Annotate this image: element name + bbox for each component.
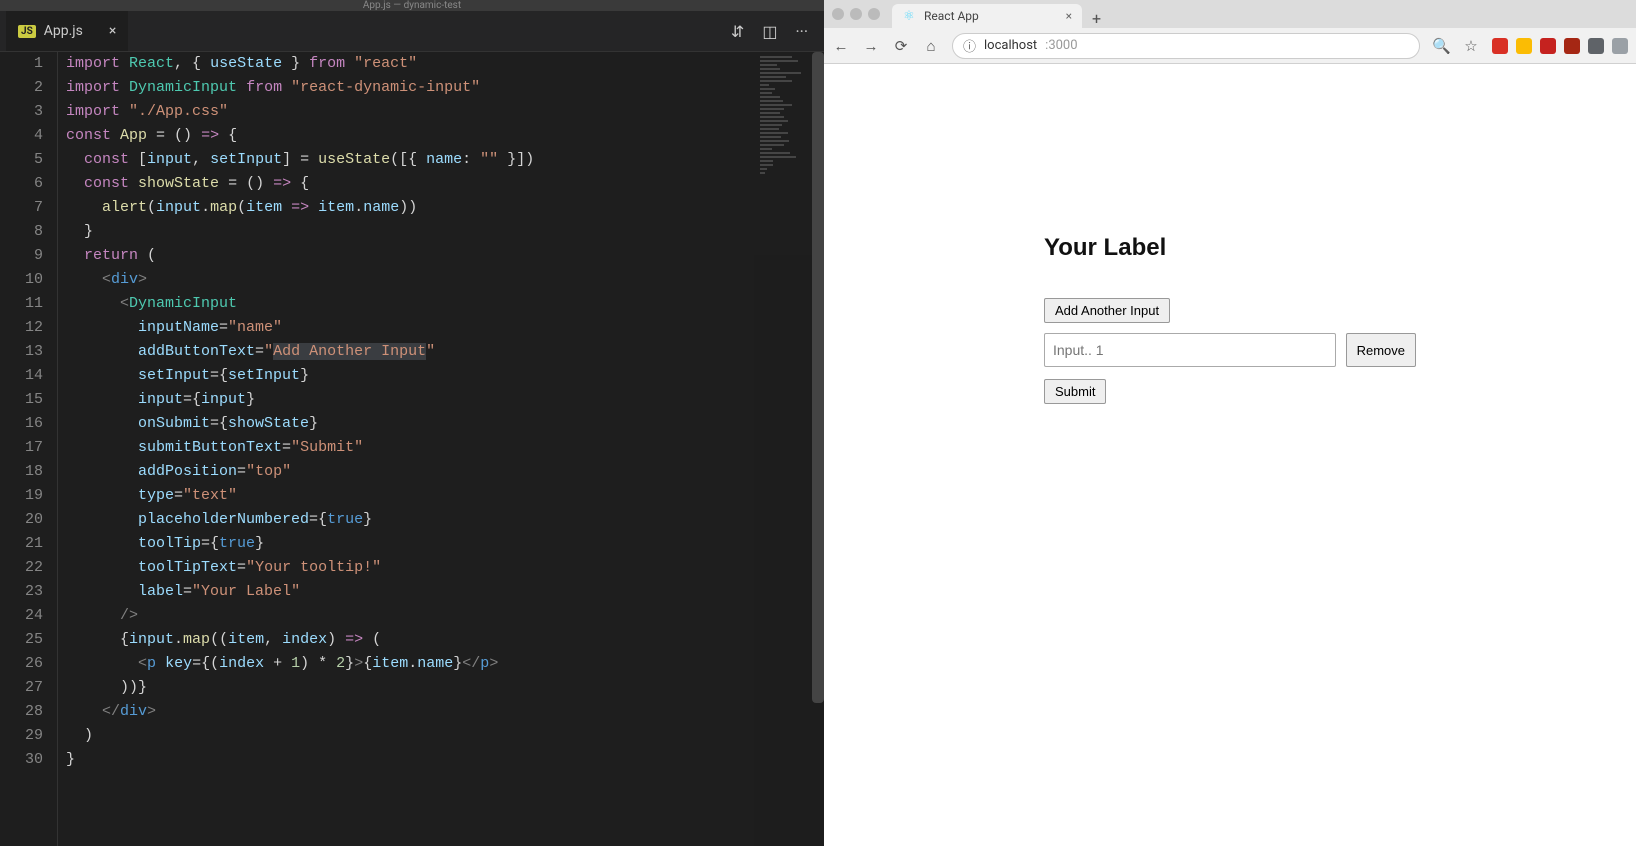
compare-icon[interactable]: ⇵ [731,22,744,41]
editor-tabbar: JS App.js × ⇵ ◫ ··· [0,11,824,51]
traffic-close-icon[interactable] [832,8,844,20]
editor-tab-appjs[interactable]: JS App.js × [6,11,128,51]
js-file-icon: JS [18,25,36,38]
home-icon[interactable]: ⌂ [922,37,940,55]
dynamic-input-component: Your Label Add Another Input Remove Subm… [1044,234,1416,846]
add-another-input-button[interactable]: Add Another Input [1044,298,1170,323]
window-title: App.js — dynamic-test [363,0,461,11]
browser-tab-react-app[interactable]: ⚛ React App × [892,4,1082,28]
page-content: Your Label Add Another Input Remove Subm… [824,64,1636,846]
address-bar[interactable]: ⓘ localhost :3000 [952,33,1420,59]
react-favicon-icon: ⚛ [902,9,916,23]
extension-icon[interactable] [1564,38,1580,54]
editor-scrollbar[interactable] [812,52,824,846]
code-content[interactable]: import React, { useState } from "react"i… [58,52,824,846]
scrollbar-thumb[interactable] [812,52,824,703]
vscode-editor-pane: App.js — dynamic-test JS App.js × ⇵ ◫ ··… [0,0,824,846]
url-host: localhost [984,38,1037,53]
reload-icon[interactable]: ⟳ [892,37,910,55]
browser-pane: ⚛ React App × + ← → ⟳ ⌂ ⓘ localhost :3000… [824,0,1636,846]
traffic-zoom-icon[interactable] [868,8,880,20]
vscode-titlebar: App.js — dynamic-test [0,0,824,11]
url-path: :3000 [1045,38,1077,53]
traffic-minimize-icon[interactable] [850,8,862,20]
tab-filename: App.js [44,23,83,39]
remove-input-button[interactable]: Remove [1346,333,1416,367]
chrome-tabstrip: ⚛ React App × + [892,0,1628,28]
submit-button[interactable]: Submit [1044,379,1106,404]
site-info-icon[interactable]: ⓘ [963,36,976,55]
dynamic-text-input[interactable] [1044,333,1336,367]
extension-icon[interactable] [1588,38,1604,54]
extension-icon[interactable] [1492,38,1508,54]
extension-icon[interactable] [1540,38,1556,54]
form-label-heading: Your Label [1044,234,1416,262]
close-browser-tab-icon[interactable]: × [1066,9,1072,23]
extension-icons [1492,38,1628,54]
line-number-gutter: 1234567891011121314151617181920212223242… [0,52,58,846]
extension-icon[interactable] [1612,38,1628,54]
more-actions-icon[interactable]: ··· [795,22,808,41]
forward-icon[interactable]: → [862,37,880,55]
browser-titlebar: ⚛ React App × + [824,0,1636,28]
editor-tab-actions: ⇵ ◫ ··· [731,22,818,41]
bookmark-star-icon[interactable]: ☆ [1462,37,1480,55]
extension-icon[interactable] [1516,38,1532,54]
browser-toolbar: ← → ⟳ ⌂ ⓘ localhost :3000 🔍 ☆ [824,28,1636,64]
input-row: Remove [1044,333,1416,367]
split-editor-icon[interactable]: ◫ [762,22,777,41]
browser-tab-title: React App [924,9,979,23]
back-icon[interactable]: ← [832,37,850,55]
close-tab-icon[interactable]: × [109,23,116,39]
new-tab-button[interactable]: + [1092,9,1101,28]
editor-body[interactable]: 1234567891011121314151617181920212223242… [0,51,824,846]
zoom-icon[interactable]: 🔍 [1432,37,1450,55]
